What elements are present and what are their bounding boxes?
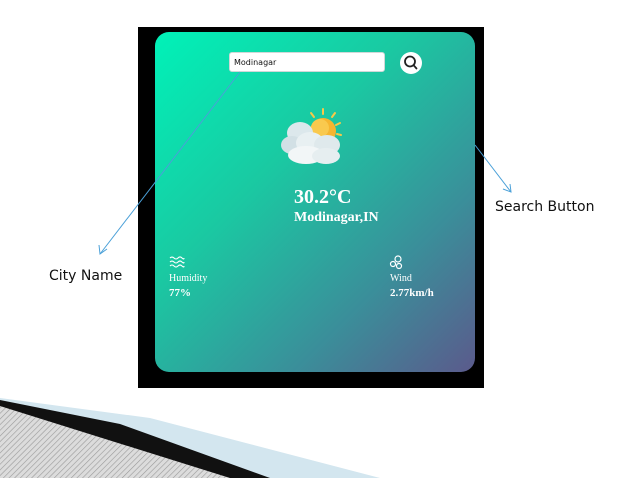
wind-icon bbox=[389, 255, 403, 270]
city-location: Modinagar,IN bbox=[294, 210, 379, 225]
search-button-arrowhead bbox=[502, 183, 512, 193]
wind-value: 2.77km/h bbox=[390, 287, 434, 299]
hatched-wedge bbox=[0, 402, 265, 478]
humidity-label: Humidity bbox=[169, 273, 208, 284]
weather-card: 30.2°C Modinagar,IN Humidity 77% Wind 2.… bbox=[155, 32, 475, 372]
light-blue-wedge bbox=[0, 398, 380, 478]
callout-city-name: City Name bbox=[49, 268, 123, 284]
city-search-input[interactable] bbox=[229, 52, 385, 72]
search-icon bbox=[404, 55, 418, 70]
temperature: 30.2°C bbox=[294, 186, 352, 208]
humidity-value: 77% bbox=[169, 287, 191, 299]
wind-label: Wind bbox=[390, 273, 412, 284]
city-name-arrowhead bbox=[98, 244, 108, 255]
humidity-waves-icon bbox=[169, 256, 185, 268]
search-button[interactable] bbox=[400, 52, 422, 74]
callout-search-button: Search Button bbox=[495, 199, 595, 215]
sun-behind-clouds-icon bbox=[281, 108, 342, 164]
black-wedge bbox=[0, 400, 270, 478]
